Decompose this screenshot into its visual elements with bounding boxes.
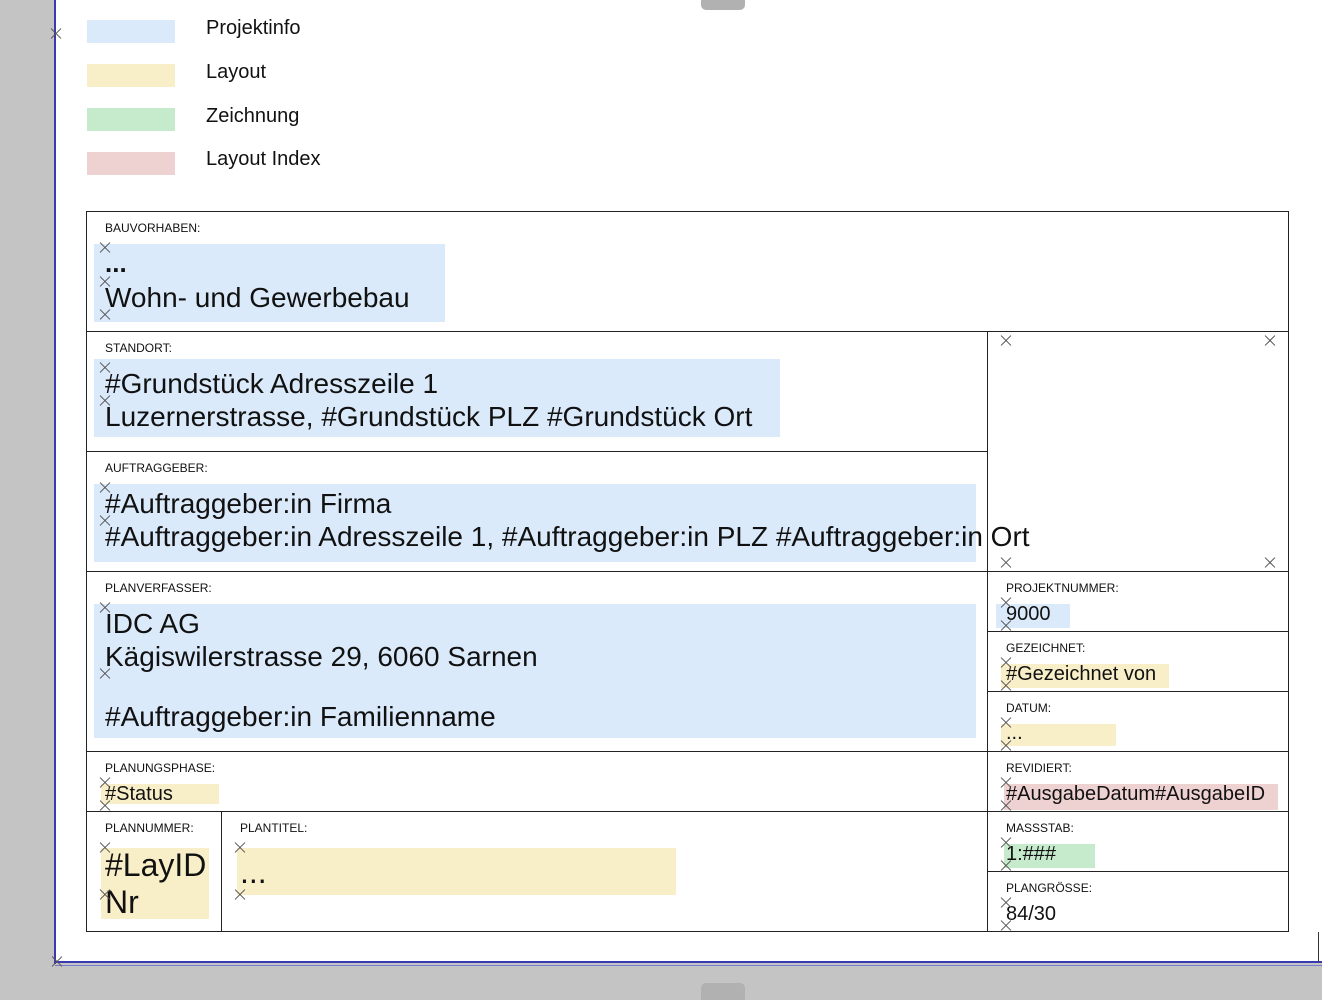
standort-label: STANDORT: [105, 341, 172, 355]
grip-icon[interactable] [1000, 657, 1012, 669]
plantitel-highlight [237, 848, 676, 895]
auftraggeber-line2[interactable]: #Auftraggeber:in Adresszeile 1, #Auftrag… [105, 521, 1030, 553]
planverfasser-line1[interactable]: IDC AG [105, 608, 200, 640]
frame-corner-grip-icon[interactable] [51, 956, 63, 968]
grid-line [988, 871, 1289, 872]
massstab-value[interactable]: 1:### [1006, 843, 1056, 866]
grip-icon[interactable] [1000, 920, 1012, 932]
viewport-frame-left [54, 0, 56, 964]
gezeichnet-value[interactable]: #Gezeichnet von [1006, 663, 1156, 686]
grid-line [86, 811, 1289, 812]
top-resize-handle[interactable] [701, 0, 745, 10]
grid-line [86, 331, 1289, 332]
grip-icon[interactable] [234, 842, 246, 854]
drawing-sheet [55, 0, 1322, 963]
planverfasser-line3[interactable]: #Auftraggeber:in Familienname [105, 701, 496, 733]
legend-label-projektinfo: Projektinfo [206, 17, 301, 39]
viewport-corner-icon[interactable] [1264, 557, 1276, 569]
auftraggeber-line1[interactable]: #Auftraggeber:in Firma [105, 488, 391, 520]
grip-icon[interactable] [1000, 680, 1012, 692]
plannummer-label: PLANNUMMER: [105, 821, 194, 835]
grip-icon[interactable] [99, 242, 111, 254]
grip-icon[interactable] [99, 842, 111, 854]
projektnummer-label: PROJEKTNUMMER: [1006, 581, 1119, 595]
auftraggeber-label: AUFTRAGGEBER: [105, 461, 208, 475]
grid-line [86, 751, 1289, 752]
bauvorhaben-line2[interactable]: Wohn- und Gewerbebau [105, 282, 410, 314]
grip-icon[interactable] [1000, 897, 1012, 909]
grip-icon[interactable] [99, 515, 111, 527]
grip-icon[interactable] [1000, 717, 1012, 729]
grid-line [987, 331, 988, 932]
plangroesse-label: PLANGRÖSSE: [1006, 881, 1093, 895]
grid-line [221, 811, 222, 932]
grip-icon[interactable] [99, 482, 111, 494]
standort-line1[interactable]: #Grundstück Adresszeile 1 [105, 368, 438, 400]
revidiert-label: REVIDIERT: [1006, 761, 1072, 775]
grip-icon[interactable] [99, 395, 111, 407]
viewport-frame-bottom-inner [55, 965, 1322, 966]
frame-corner-grip-icon[interactable] [50, 28, 62, 40]
grip-icon[interactable] [99, 668, 111, 680]
legend-label-layout-index: Layout Index [206, 148, 321, 170]
grip-icon[interactable] [1000, 777, 1012, 789]
viewport-corner-icon[interactable] [1264, 335, 1276, 347]
grid-line [988, 691, 1289, 692]
grip-icon[interactable] [234, 889, 246, 901]
gezeichnet-label: GEZEICHNET: [1006, 641, 1086, 655]
legend-swatch-layout [87, 64, 175, 87]
datum-label: DATUM: [1006, 701, 1052, 715]
massstab-label: MASSSTAB: [1006, 821, 1074, 835]
planverfasser-label: PLANVERFASSER: [105, 581, 212, 595]
legend-swatch-layout-index [87, 152, 175, 175]
grip-icon[interactable] [99, 889, 111, 901]
grip-icon[interactable] [99, 276, 111, 288]
grip-icon[interactable] [1000, 837, 1012, 849]
grid-line [86, 211, 1289, 212]
grip-icon[interactable] [1000, 740, 1012, 752]
legend-swatch-zeichnung [87, 108, 175, 131]
legend-swatch-projektinfo [87, 20, 175, 43]
standort-line2[interactable]: Luzernerstrasse, #Grundstück PLZ #Grunds… [105, 401, 752, 433]
planverfasser-line2[interactable]: Kägiswilerstrasse 29, 6060 Sarnen [105, 641, 538, 673]
grip-icon[interactable] [99, 602, 111, 614]
revidiert-value[interactable]: #AusgabeDatum#AusgabeID [1006, 783, 1265, 806]
bauvorhaben-label: BAUVORHABEN: [105, 221, 201, 235]
plannummer-line1[interactable]: #LayID [105, 847, 206, 884]
viewport-frame-right-tick [1318, 932, 1319, 962]
plantitel-label: PLANTITEL: [240, 821, 308, 835]
grid-line [988, 631, 1289, 632]
grip-icon[interactable] [1000, 620, 1012, 632]
grip-icon[interactable] [99, 800, 111, 812]
plantitel-value[interactable]: ... [240, 854, 267, 891]
grip-icon[interactable] [99, 777, 111, 789]
grip-icon[interactable] [1000, 597, 1012, 609]
legend-label-zeichnung: Zeichnung [206, 105, 300, 127]
viewport-frame-bottom [55, 961, 1322, 963]
bottom-resize-handle[interactable] [701, 983, 745, 1000]
grip-icon[interactable] [1000, 860, 1012, 872]
planungsphase-label: PLANUNGSPHASE: [105, 761, 216, 775]
planungsphase-value[interactable]: #Status [105, 783, 173, 806]
projektnummer-value[interactable]: 9000 [1006, 603, 1051, 626]
grip-icon[interactable] [99, 309, 111, 321]
grid-line [86, 451, 988, 452]
grid-line [86, 571, 1289, 572]
viewport-corner-icon[interactable] [1000, 557, 1012, 569]
plangroesse-value[interactable]: 84/30 [1006, 903, 1056, 926]
grip-icon[interactable] [1000, 800, 1012, 812]
viewport-corner-icon[interactable] [1000, 335, 1012, 347]
grip-icon[interactable] [99, 362, 111, 374]
legend-label-layout: Layout [206, 61, 267, 83]
grid-line [86, 931, 1289, 932]
